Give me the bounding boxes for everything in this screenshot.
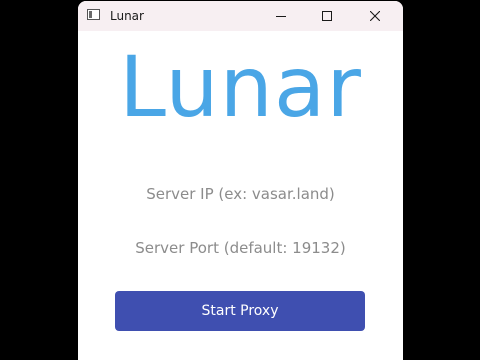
app-logo-text: Lunar — [119, 38, 362, 136]
start-proxy-button[interactable]: Start Proxy — [115, 291, 365, 331]
close-icon — [370, 11, 380, 21]
close-button[interactable] — [352, 1, 398, 31]
app-window: Lunar Lunar Start Proxy — [78, 1, 403, 360]
window-title: Lunar — [110, 9, 144, 23]
minimize-button[interactable] — [258, 1, 304, 31]
app-icon — [87, 9, 100, 20]
minimize-icon — [276, 16, 286, 17]
title-bar[interactable]: Lunar — [78, 1, 403, 31]
server-ip-input[interactable] — [78, 181, 403, 207]
maximize-icon — [322, 11, 332, 21]
maximize-button[interactable] — [304, 1, 350, 31]
server-port-input[interactable] — [78, 235, 403, 261]
